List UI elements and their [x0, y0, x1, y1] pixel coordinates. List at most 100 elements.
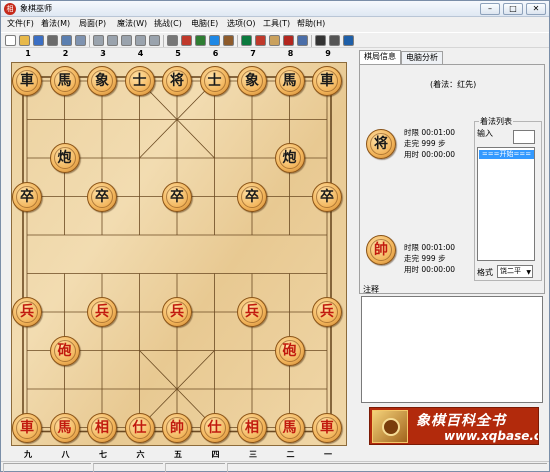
xqbase-banner[interactable]: 象棋百科全书 www.xqbase.com — [369, 407, 539, 445]
black-piece[interactable]: 卒 — [87, 181, 117, 212]
last-move-icon[interactable] — [149, 35, 160, 46]
red-piece[interactable]: 相 — [237, 412, 267, 443]
red-piece[interactable]: 車 — [312, 412, 342, 443]
menu-item-2[interactable]: 局面(P) — [79, 18, 106, 29]
red-time-limit: 时限 00:01:00 — [404, 243, 456, 252]
red-piece[interactable]: 相 — [87, 412, 117, 443]
menu-item-6[interactable]: 选项(O) — [227, 18, 256, 29]
info-icon[interactable] — [343, 35, 354, 46]
menu-item-3[interactable]: 魔法(W) — [117, 18, 147, 29]
black-piece[interactable]: 炮 — [49, 143, 80, 173]
color-icon[interactable] — [255, 35, 266, 46]
menu-item-1[interactable]: 着法(M) — [41, 18, 70, 29]
red-piece[interactable]: 馬 — [49, 412, 80, 443]
menu-item-7[interactable]: 工具(T) — [263, 18, 290, 29]
red-piece[interactable]: 兵 — [312, 297, 342, 327]
black-piece[interactable]: 卒 — [162, 181, 192, 212]
black-piece[interactable]: 士 — [199, 66, 230, 96]
list-icon[interactable] — [209, 35, 220, 46]
menu-item-4[interactable]: 挑战(C) — [154, 18, 182, 29]
print-icon[interactable] — [47, 35, 58, 46]
red-piece[interactable]: 馬 — [274, 412, 305, 443]
move-list[interactable]: ===开始=== — [477, 147, 535, 261]
red-piece[interactable]: 仕 — [199, 412, 230, 443]
toolbar-separator — [163, 35, 164, 47]
black-piece[interactable]: 象 — [87, 66, 117, 96]
black-piece[interactable]: 将 — [162, 66, 192, 96]
delete-icon[interactable] — [181, 35, 192, 46]
next-move-icon[interactable] — [135, 35, 146, 46]
file-number: 1 — [25, 49, 31, 58]
red-piece[interactable]: 兵 — [87, 297, 117, 327]
black-moves: 走完 999 步 — [404, 139, 446, 148]
window-title: 象棋巫师 — [20, 4, 52, 13]
red-piece[interactable]: 砲 — [274, 335, 305, 366]
tab-game-info[interactable]: 棋局信息 — [359, 50, 401, 65]
menu-item-0[interactable]: 文件(F) — [7, 18, 34, 29]
red-piece[interactable]: 仕 — [124, 412, 155, 443]
black-piece[interactable]: 卒 — [237, 181, 267, 212]
file-number: 一 — [324, 450, 332, 459]
black-piece[interactable]: 車 — [12, 66, 42, 96]
chess-board[interactable]: 車馬象士将士象馬車炮炮卒卒卒卒卒兵兵兵兵兵砲砲車馬相仕帥仕相馬車 — [11, 62, 347, 446]
clock-icon[interactable] — [329, 35, 340, 46]
black-piece[interactable]: 炮 — [274, 143, 305, 173]
black-piece[interactable]: 馬 — [49, 66, 80, 96]
format-value: 饶二平 — [500, 267, 521, 275]
first-move-icon[interactable] — [93, 35, 104, 46]
black-piece[interactable]: 士 — [124, 66, 155, 96]
menu-item-8[interactable]: 帮助(H) — [297, 18, 325, 29]
toolbar-separator — [237, 35, 238, 47]
black-piece[interactable]: 象 — [237, 66, 267, 96]
file-number: 6 — [212, 49, 219, 58]
cut-icon[interactable] — [167, 35, 178, 46]
doc-icon[interactable] — [297, 35, 308, 46]
banner-title: 象棋百科全书 — [416, 413, 506, 429]
format-select[interactable]: 饶二平 ▼ — [497, 265, 533, 278]
status-bar — [1, 461, 549, 472]
open-icon[interactable] — [19, 35, 30, 46]
file-number: 九 — [24, 450, 32, 459]
piece-char: 砲 — [53, 339, 76, 362]
red-book-icon[interactable] — [283, 35, 294, 46]
comment-textarea[interactable] — [361, 296, 543, 403]
black-used-time: 用时 00:00:00 — [404, 150, 456, 159]
file-number: 四 — [211, 450, 220, 459]
save-icon[interactable] — [33, 35, 44, 46]
tab-computer-analysis[interactable]: 电脑分析 — [401, 51, 443, 64]
book-icon[interactable] — [223, 35, 234, 46]
red-piece[interactable]: 帥 — [162, 412, 192, 443]
minimize-button[interactable]: – — [480, 3, 500, 15]
analyze-icon[interactable] — [241, 35, 252, 46]
menu-item-5[interactable]: 电脑(E) — [191, 18, 218, 29]
red-piece[interactable]: 車 — [12, 412, 42, 443]
paste-icon[interactable] — [75, 35, 86, 46]
note-icon[interactable] — [195, 35, 206, 46]
red-piece[interactable]: 砲 — [49, 335, 80, 366]
title-bar[interactable]: 相 象棋巫师 – □ ✕ — [1, 1, 549, 17]
close-button[interactable]: ✕ — [526, 3, 546, 15]
copy-icon[interactable] — [61, 35, 72, 46]
red-piece[interactable]: 兵 — [12, 297, 42, 327]
list-item[interactable]: ===开始=== — [479, 150, 534, 159]
book-logo-icon — [372, 410, 408, 443]
black-piece[interactable]: 馬 — [274, 66, 305, 96]
black-piece[interactable]: 卒 — [312, 181, 342, 212]
prev-move-icon[interactable] — [107, 35, 118, 46]
play-icon[interactable] — [121, 35, 132, 46]
move-input-field[interactable] — [513, 130, 535, 144]
black-piece[interactable]: 卒 — [12, 181, 42, 212]
timer-icon[interactable] — [315, 35, 326, 46]
piece-char: 士 — [203, 70, 226, 92]
piece-char: 将 — [166, 70, 188, 92]
red-piece[interactable]: 兵 — [162, 297, 192, 327]
new-icon[interactable] — [5, 35, 16, 46]
piece-char: 馬 — [53, 416, 76, 439]
file-number: 7 — [250, 49, 256, 58]
red-piece[interactable]: 兵 — [237, 297, 267, 327]
piece-char: 仕 — [203, 416, 226, 439]
input-label: 输入 — [477, 129, 493, 138]
maximize-button[interactable]: □ — [503, 3, 523, 15]
board-icon[interactable] — [269, 35, 280, 46]
black-piece[interactable]: 車 — [312, 66, 342, 96]
